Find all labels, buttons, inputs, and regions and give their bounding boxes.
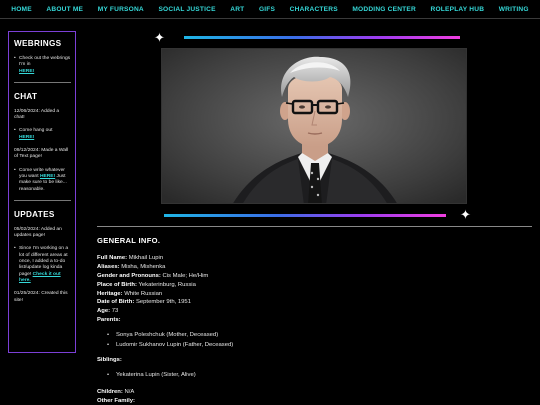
sidebar-divider (14, 199, 71, 201)
webrings-heading: WEBRINGS (14, 39, 62, 48)
list-item: Yekaterina Lupin (Sister, Alive) (97, 370, 532, 380)
nav-writing[interactable]: WRITING (499, 6, 529, 13)
sidebar: WEBRINGS Check out the webrings I'm in H… (8, 31, 76, 353)
sparkle-icon: ✦ (154, 30, 165, 45)
wall-update-date: 09/12/2024: Made a Wall of Text page! (14, 148, 69, 160)
updates-list: Since I'm working on a lot of different … (14, 246, 71, 284)
other-family-row: Other Family: (97, 397, 135, 404)
chat-list: Come hang out HERE! (14, 128, 71, 141)
heritage-row: Heritage: White Russian (97, 290, 163, 297)
chat-text: Come hang out (19, 128, 53, 134)
birthplace-row: Place of Birth: Yekaterinburg, Russia (97, 281, 196, 288)
siblings-label: Siblings: (97, 357, 122, 364)
nav-social-justice[interactable]: SOCIAL JUSTICE (158, 6, 215, 13)
site-created-date: 01/25/2024: Created this site! (14, 291, 68, 303)
gradient-bar-bottom (164, 214, 446, 217)
wall-link[interactable]: HERE! (40, 174, 55, 179)
children-row: Children: N/A (97, 389, 135, 396)
parents-label: Parents: (97, 317, 121, 324)
siblings-list: Yekaterina Lupin (Sister, Alive) (97, 370, 532, 380)
sidebar-divider (14, 81, 71, 83)
list-item: Come write whatever you want HERE! Just … (14, 168, 71, 193)
list-item: Sonya Poleshchuk (Mother, Deceased) (97, 330, 532, 340)
dob-row: Date of Birth: September 9th, 1951 (97, 299, 191, 306)
age-row: Age: 73 (97, 308, 119, 315)
chat-heading: CHAT (14, 91, 38, 101)
gender-row: Gender and Pronouns: Cis Male; He/Him (97, 272, 209, 279)
nav-about-me[interactable]: ABOUT ME (46, 6, 83, 13)
webrings-text: Check out the webrings I'm in (19, 56, 71, 68)
wall-list: Come write whatever you want HERE! Just … (14, 168, 71, 193)
nav-gifs[interactable]: GIFS (259, 6, 275, 13)
webrings-link[interactable]: HERE! (19, 69, 34, 74)
webrings-list: Check out the webrings I'm in HERE! (14, 56, 71, 75)
chat-update-date: 12/06/2024: Added a chat! (14, 108, 60, 121)
nav-home[interactable]: HOME (11, 6, 32, 13)
updates-page-date: 05/02/2024: Added an updates page! (14, 226, 62, 239)
nav-roleplay-hub[interactable]: ROLEPLAY HUB (430, 6, 484, 13)
section-title: GENERAL INFO. (97, 236, 161, 245)
character-portrait (161, 48, 467, 204)
aliases-row: Aliases: Misha, Mishenka (97, 263, 166, 270)
general-info: Full Name: Mikhail Lupin Aliases: Misha,… (97, 254, 532, 405)
nav-my-fursona[interactable]: MY FURSONA (98, 6, 144, 13)
parents-list: Sonya Poleshchuk (Mother, Deceased) Ludo… (97, 330, 532, 350)
chat-link[interactable]: HERE! (19, 135, 34, 140)
nav-art[interactable]: ART (230, 6, 244, 13)
list-item: Check out the webrings I'm in HERE! (14, 56, 71, 75)
updates-heading: UPDATES (14, 209, 55, 219)
nav-divider (0, 18, 540, 19)
gradient-bar-top (184, 36, 460, 39)
list-item: Ludomir Sukhanov Lupin (Father, Deceased… (97, 340, 532, 350)
list-item: Come hang out HERE! (14, 128, 71, 141)
top-nav: HOME ABOUT ME MY FURSONA SOCIAL JUSTICE … (0, 0, 540, 18)
full-name-row: Full Name: Mikhail Lupin (97, 255, 164, 261)
section-divider (97, 226, 532, 227)
nav-modding-center[interactable]: MODDING CENTER (352, 6, 416, 13)
list-item: Since I'm working on a lot of different … (14, 246, 71, 284)
sparkle-icon: ✦ (460, 207, 471, 222)
nav-characters[interactable]: CHARACTERS (290, 6, 338, 13)
